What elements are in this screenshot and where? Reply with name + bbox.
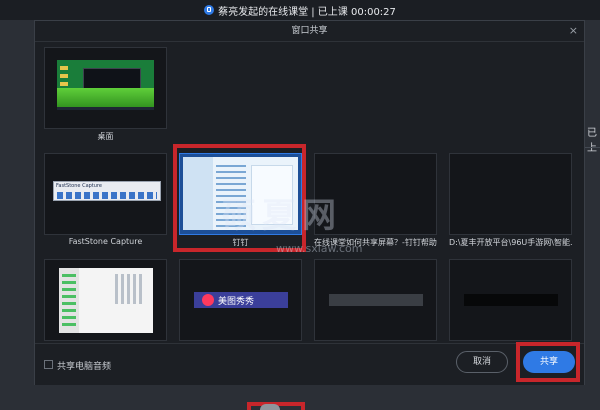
faststone-thumbnail: FastStone Capture bbox=[53, 181, 161, 201]
share-screen-button[interactable] bbox=[260, 404, 280, 410]
share-tile-wechat[interactable] bbox=[44, 259, 167, 341]
meitu-logo-icon bbox=[202, 294, 214, 306]
close-icon[interactable]: × bbox=[569, 24, 578, 37]
watermark: 硕夏网 bbox=[222, 196, 342, 236]
highlight-box-share bbox=[516, 342, 580, 382]
left-panel bbox=[0, 20, 34, 410]
wechat-list bbox=[62, 274, 76, 330]
meitu-text: 美图秀秀 bbox=[218, 297, 255, 307]
share-tile-explorer[interactable] bbox=[449, 153, 572, 235]
right-panel-text: 已上 bbox=[587, 128, 597, 154]
share-tile-desktop[interactable] bbox=[44, 47, 167, 129]
cancel-button[interactable]: 取消 bbox=[456, 351, 508, 373]
toolbar-icons bbox=[57, 192, 157, 199]
meitu-thumbnail: 美图秀秀 bbox=[194, 292, 288, 308]
share-tile-window-7[interactable] bbox=[314, 259, 437, 341]
share-tile-window-8[interactable] bbox=[449, 259, 572, 341]
tile-label-faststone: FastStone Capture bbox=[68, 237, 143, 246]
window-title-bar: 蔡亮发起的在线课堂 | 已上课 00:00:27 bbox=[0, 0, 600, 20]
share-audio-label: 共享电脑音频 bbox=[57, 362, 112, 372]
right-panel bbox=[585, 20, 600, 410]
dialog-title: 窗口共享 bbox=[35, 21, 584, 42]
window-title: 蔡亮发起的在线课堂 | 已上课 00:00:27 bbox=[218, 6, 396, 18]
watermark-url: www.sxiaw.com bbox=[276, 242, 363, 255]
divider bbox=[585, 147, 600, 148]
faststone-inner-title: FastStone Capture bbox=[56, 183, 102, 189]
window-thumbnail bbox=[329, 294, 423, 306]
desktop-thumbnail bbox=[57, 60, 154, 110]
share-tile-meitu[interactable]: 美图秀秀 bbox=[179, 259, 302, 341]
share-audio-checkbox[interactable] bbox=[44, 360, 53, 369]
tile-label-desktop: 桌面 bbox=[97, 132, 114, 141]
wechat-pane bbox=[115, 274, 145, 304]
taskbar bbox=[57, 107, 154, 110]
window-thumbnail bbox=[464, 294, 558, 306]
dialog-footer: 共享电脑音频 取消 共享 bbox=[35, 343, 584, 386]
wechat-thumbnail bbox=[59, 268, 153, 333]
tile-label-explorer: D:\夏丰开放平台\96U手游网\智能... bbox=[449, 238, 572, 247]
share-tile-faststone[interactable]: FastStone Capture bbox=[44, 153, 167, 235]
lock-icon bbox=[204, 5, 215, 15]
